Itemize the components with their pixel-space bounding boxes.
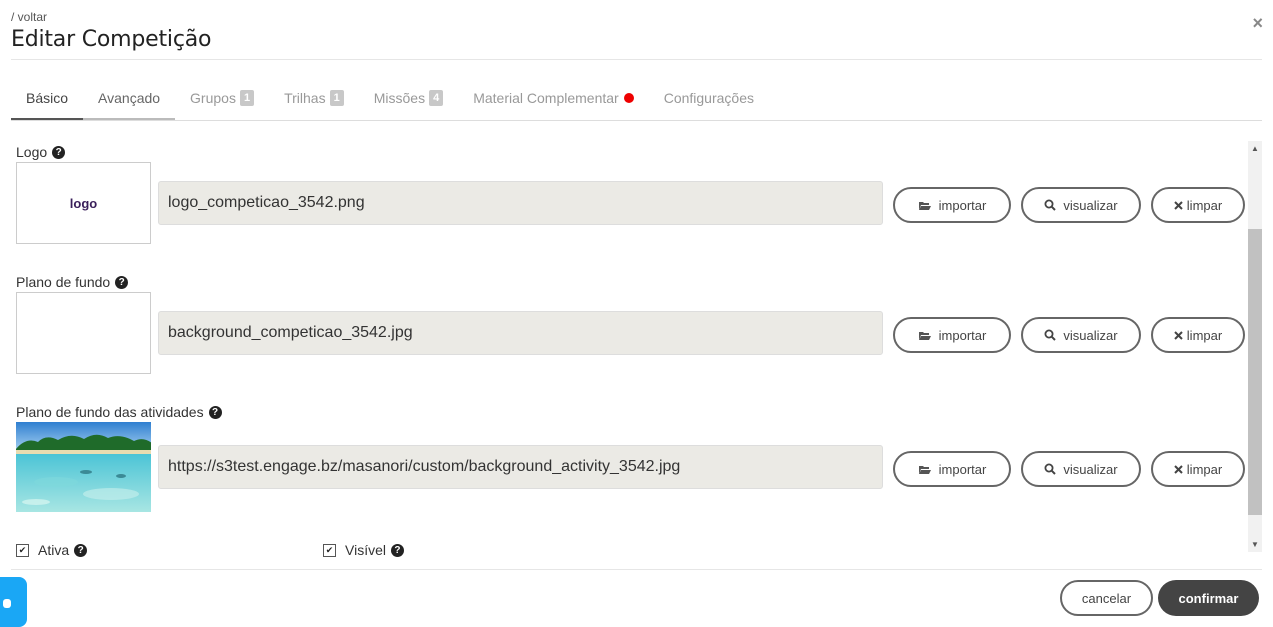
logo-clear-button[interactable]: limpar bbox=[1151, 187, 1245, 223]
background-view-button[interactable]: visualizar bbox=[1021, 317, 1141, 353]
visible-checkbox-row: ✔ Visível ? bbox=[323, 542, 404, 557]
activity-background-label: Plano de fundo das atividades ? bbox=[16, 404, 222, 420]
cancel-button[interactable]: cancelar bbox=[1060, 580, 1153, 616]
logo-view-button[interactable]: visualizar bbox=[1021, 187, 1141, 223]
button-label: importar bbox=[938, 327, 987, 343]
question-circle-icon[interactable]: ? bbox=[115, 275, 129, 289]
background-file-field[interactable]: background_competicao_3542.jpg bbox=[158, 311, 883, 355]
count-badge: 1 bbox=[329, 90, 344, 106]
search-icon bbox=[1044, 329, 1057, 341]
count-badge: 4 bbox=[429, 90, 444, 106]
tab-missoes[interactable]: Missões 4 bbox=[359, 78, 458, 118]
notification-dot-icon bbox=[623, 93, 634, 103]
tab-configuracoes[interactable]: Configurações bbox=[649, 78, 769, 118]
question-circle-icon[interactable]: ? bbox=[208, 405, 222, 419]
times-icon bbox=[1174, 200, 1183, 210]
count-badge: 1 bbox=[239, 90, 255, 106]
search-icon bbox=[1044, 463, 1057, 475]
label-text: Plano de fundo das atividades bbox=[16, 404, 204, 420]
times-icon bbox=[1174, 464, 1183, 474]
tab-label: Básico bbox=[26, 90, 69, 106]
checkbox-label: Ativa bbox=[38, 542, 70, 557]
checkbox-row-clip: ✔ Ativa ? ✔ Visível ? bbox=[0, 535, 1246, 557]
button-label: visualizar bbox=[1063, 461, 1118, 477]
button-label: importar bbox=[938, 197, 987, 213]
button-label: limpar bbox=[1186, 327, 1223, 343]
label-text: Plano de fundo bbox=[16, 274, 111, 290]
tab-grupos[interactable]: Grupos 1 bbox=[175, 78, 269, 118]
logo-import-button[interactable]: importar bbox=[893, 187, 1011, 223]
activity-background-import-button[interactable]: importar bbox=[893, 451, 1011, 487]
tab-label: Configurações bbox=[663, 90, 754, 106]
scroll-down-icon[interactable]: ▼ bbox=[1248, 538, 1262, 552]
tab-bar: Básico Avançado Grupos 1 Trilhas 1 Missões… bbox=[11, 78, 1262, 121]
confirm-button[interactable]: confirmar bbox=[1158, 580, 1259, 616]
button-label: visualizar bbox=[1063, 197, 1118, 213]
folder-open-icon bbox=[918, 331, 931, 340]
tab-basico[interactable]: Básico bbox=[11, 78, 84, 120]
chat-widget-icon[interactable] bbox=[0, 577, 27, 627]
divider bbox=[11, 569, 1262, 570]
folder-open-icon bbox=[918, 201, 931, 210]
background-clear-button[interactable]: limpar bbox=[1151, 317, 1245, 353]
activity-background-view-button[interactable]: visualizar bbox=[1021, 451, 1141, 487]
background-preview bbox=[16, 292, 151, 374]
background-import-button[interactable]: importar bbox=[893, 317, 1011, 353]
divider bbox=[11, 59, 1262, 60]
tab-label: Missões bbox=[373, 90, 426, 106]
tab-label: Trilhas bbox=[284, 90, 326, 106]
tab-label: Material Complementar bbox=[473, 90, 619, 106]
chat-bubble-icon bbox=[3, 599, 11, 608]
visible-checkbox[interactable]: ✔ bbox=[323, 543, 336, 557]
activity-background-clear-button[interactable]: limpar bbox=[1151, 451, 1245, 487]
question-circle-icon[interactable]: ? bbox=[390, 543, 404, 557]
logo-preview: logo bbox=[16, 162, 151, 244]
question-circle-icon[interactable]: ? bbox=[52, 145, 66, 159]
question-circle-icon[interactable]: ? bbox=[74, 543, 88, 557]
active-checkbox[interactable]: ✔ bbox=[16, 543, 29, 557]
beach-image bbox=[16, 422, 151, 512]
checkbox-label: Visível bbox=[345, 542, 386, 557]
background-label: Plano de fundo ? bbox=[16, 274, 129, 290]
tab-trilhas[interactable]: Trilhas 1 bbox=[269, 78, 359, 118]
button-label: importar bbox=[938, 461, 987, 477]
activity-background-preview-image bbox=[16, 422, 151, 512]
tab-material-complementar[interactable]: Material Complementar bbox=[458, 78, 649, 118]
close-icon[interactable]: × bbox=[1252, 13, 1263, 34]
times-icon bbox=[1174, 330, 1183, 340]
logo-file-field[interactable]: logo_competicao_3542.png bbox=[158, 181, 883, 225]
label-text: Logo bbox=[16, 144, 48, 160]
page-title: Editar Competição bbox=[11, 27, 212, 52]
search-icon bbox=[1044, 199, 1057, 211]
logo-label: Logo ? bbox=[16, 144, 66, 160]
breadcrumb-back-link[interactable]: / voltar bbox=[11, 10, 47, 24]
button-label: limpar bbox=[1186, 461, 1223, 477]
tab-label: Grupos bbox=[190, 90, 236, 106]
folder-open-icon bbox=[918, 465, 931, 474]
button-label: limpar bbox=[1186, 197, 1223, 213]
activity-background-file-field[interactable]: https://s3test.engage.bz/masanori/custom… bbox=[158, 445, 883, 489]
tab-avancado[interactable]: Avançado bbox=[83, 78, 176, 120]
scroll-up-icon[interactable]: ▲ bbox=[1248, 142, 1262, 156]
logo-preview-text: logo bbox=[69, 196, 98, 211]
active-checkbox-row: ✔ Ativa ? bbox=[16, 542, 88, 557]
button-label: visualizar bbox=[1063, 327, 1118, 343]
scrollbar-thumb[interactable] bbox=[1248, 229, 1262, 515]
tab-label: Avançado bbox=[98, 90, 161, 106]
